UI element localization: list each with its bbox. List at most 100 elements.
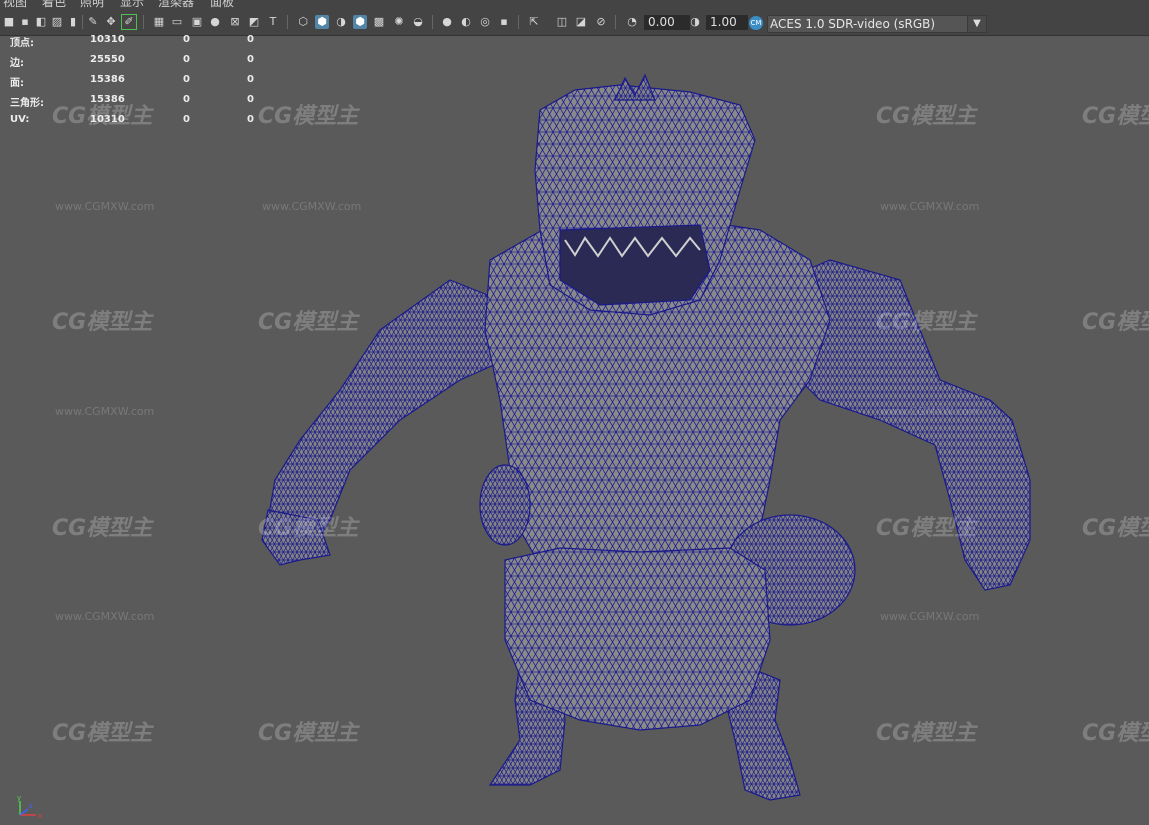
hud-row-edges: 边: 25550 0 0 (0, 54, 270, 74)
watermark-logo: CG模型主 (876, 721, 977, 746)
use-all-lights-icon[interactable]: ✺ (392, 15, 406, 29)
left-pouch (479, 464, 531, 546)
watermark-logo: CG模型主 (52, 721, 153, 746)
gamma-field[interactable]: 1.00 (706, 15, 748, 30)
textured-icon[interactable]: ▩ (372, 15, 386, 29)
watermark-url: www.CGMXW.com (262, 200, 362, 213)
toolbar-separator (287, 15, 288, 29)
pencil-draw-icon[interactable]: ✐ (121, 14, 137, 30)
hud-value: 0 (183, 94, 190, 105)
character-model[interactable] (0, 36, 1149, 821)
default-material-icon[interactable]: ◑ (334, 15, 348, 29)
hud-row-faces: 面: 15386 0 0 (0, 74, 270, 94)
menu-lighting[interactable]: 照明 (80, 0, 104, 9)
watermark-logo: CG模型主 (1082, 721, 1149, 746)
grid-icon[interactable]: ▦ (152, 15, 166, 29)
smooth-shade-icon[interactable]: ⬢ (315, 15, 329, 29)
axis-y-label: y (17, 795, 21, 802)
isolate-select-icon[interactable]: ⇱ (527, 15, 541, 29)
watermark-url: www.CGMXW.com (880, 200, 980, 213)
exposure-icon[interactable]: ◔ (625, 15, 639, 29)
watermark-logo: CG模型主 (876, 516, 977, 541)
toolbar-separator (615, 15, 616, 29)
hud-value: 0 (183, 114, 190, 125)
toolbar-separator (518, 15, 519, 29)
watermark-logo: CG模型主 (876, 310, 977, 335)
watermark-logo: CG模型主 (52, 104, 153, 129)
hud-value: 0 (247, 74, 254, 85)
view-transform-dropdown[interactable]: ACES 1.0 SDR-video (sRGB) ▼ (767, 15, 987, 33)
hud-label: 面: (10, 78, 24, 89)
safe-title-icon[interactable]: T (266, 15, 280, 29)
menu-view[interactable]: 视图 (3, 0, 27, 9)
hud-row-vertices: 顶点: 10310 0 0 (0, 34, 270, 54)
color-management-icon[interactable]: CM (749, 16, 763, 30)
anti-aliasing-icon[interactable]: ◎ (478, 15, 492, 29)
toolbar-separator (432, 15, 433, 29)
hud-label: UV: (10, 114, 30, 125)
hud-label: 边: (10, 58, 24, 69)
camera-attributes-icon[interactable]: ▪ (18, 15, 32, 29)
wireframe-icon[interactable]: ⬡ (296, 15, 310, 29)
menu-renderer[interactable]: 渲染器 (158, 0, 194, 9)
viewport-toolbar: ■ ▪ ◧ ▨ ▮ ✎ ✥ ✐ ▦ ▭ ▣ ● ⊠ ◩ T ⬡ ⬢ ◑ ⬢ ▩ … (0, 9, 1149, 36)
depth-of-field-icon[interactable]: ▪ (497, 15, 511, 29)
gamma-icon[interactable]: ◑ (688, 15, 702, 29)
image-plane-icon[interactable]: ▨ (50, 15, 64, 29)
xray-joints-icon[interactable]: ◪ (574, 15, 588, 29)
film-gate-icon[interactable]: ▭ (170, 15, 184, 29)
watermark-logo: CG模型主 (1082, 310, 1149, 335)
toolbar-separator (143, 15, 144, 29)
watermark-logo: CG模型主 (876, 104, 977, 129)
gate-mask-icon[interactable]: ● (208, 15, 222, 29)
motion-blur-icon[interactable]: ◐ (459, 15, 473, 29)
hud-value: 0 (247, 114, 254, 125)
watermark-logo: CG模型主 (1082, 516, 1149, 541)
viewport-3d[interactable] (0, 36, 1149, 821)
watermark-url: www.CGMXW.com (55, 200, 155, 213)
shadows-icon[interactable]: ◒ (411, 15, 425, 29)
bookmark-icon[interactable]: ▮ (66, 15, 80, 29)
watermark-logo: CG模型主 (258, 516, 359, 541)
camera-lock-icon[interactable]: ◧ (34, 15, 48, 29)
hud-value: 10310 (90, 34, 125, 45)
watermark-url: www.CGMXW.com (880, 610, 980, 623)
menu-bar: 视图 着色 照明 显示 渲染器 面板 (0, 0, 1149, 9)
xray-icon[interactable]: ◫ (555, 15, 569, 29)
grease-pencil-icon[interactable]: ✎ (86, 15, 100, 29)
menu-panels[interactable]: 面板 (210, 0, 234, 9)
hud-value: 0 (247, 54, 254, 65)
watermark-logo: CG模型主 (52, 310, 153, 335)
loincloth (504, 547, 771, 731)
axis-x-label: x (38, 812, 42, 820)
menu-show[interactable]: 显示 (120, 0, 144, 9)
watermark-logo: CG模型主 (258, 721, 359, 746)
watermark-logo: CG模型主 (258, 310, 359, 335)
hud-value: 25550 (90, 54, 125, 65)
resolution-gate-icon[interactable]: ▣ (190, 15, 204, 29)
wireframe-on-shaded-icon[interactable]: ⬢ (353, 15, 367, 29)
safe-action-icon[interactable]: ◩ (247, 15, 261, 29)
watermark-url: www.CGMXW.com (55, 405, 155, 418)
watermark-logo: CG模型主 (1082, 104, 1149, 129)
hud-label: 三角形: (10, 98, 44, 109)
hud-value: 0 (247, 34, 254, 45)
hud-value: 0 (183, 34, 190, 45)
xray-components-icon[interactable]: ⊘ (594, 15, 608, 29)
menu-shading[interactable]: 着色 (42, 0, 66, 9)
axis-gizmo: y x z (17, 795, 42, 820)
watermark-logo: CG模型主 (52, 516, 153, 541)
chevron-down-icon[interactable]: ▼ (967, 16, 986, 32)
exposure-field[interactable]: 0.00 (644, 15, 690, 30)
hud-value: 15386 (90, 74, 125, 85)
watermark-url: www.CGMXW.com (55, 610, 155, 623)
2d-pan-zoom-icon[interactable]: ✥ (104, 15, 118, 29)
hud-label: 顶点: (10, 38, 34, 49)
field-chart-icon[interactable]: ⊠ (228, 15, 242, 29)
hud-value: 0 (183, 74, 190, 85)
screen-space-ao-icon[interactable]: ● (440, 15, 454, 29)
hud-value: 0 (247, 94, 254, 105)
view-transform-label: ACES 1.0 SDR-video (sRGB) (770, 17, 936, 31)
toolbar-separator (82, 15, 83, 29)
camera-icon[interactable]: ■ (2, 15, 16, 29)
